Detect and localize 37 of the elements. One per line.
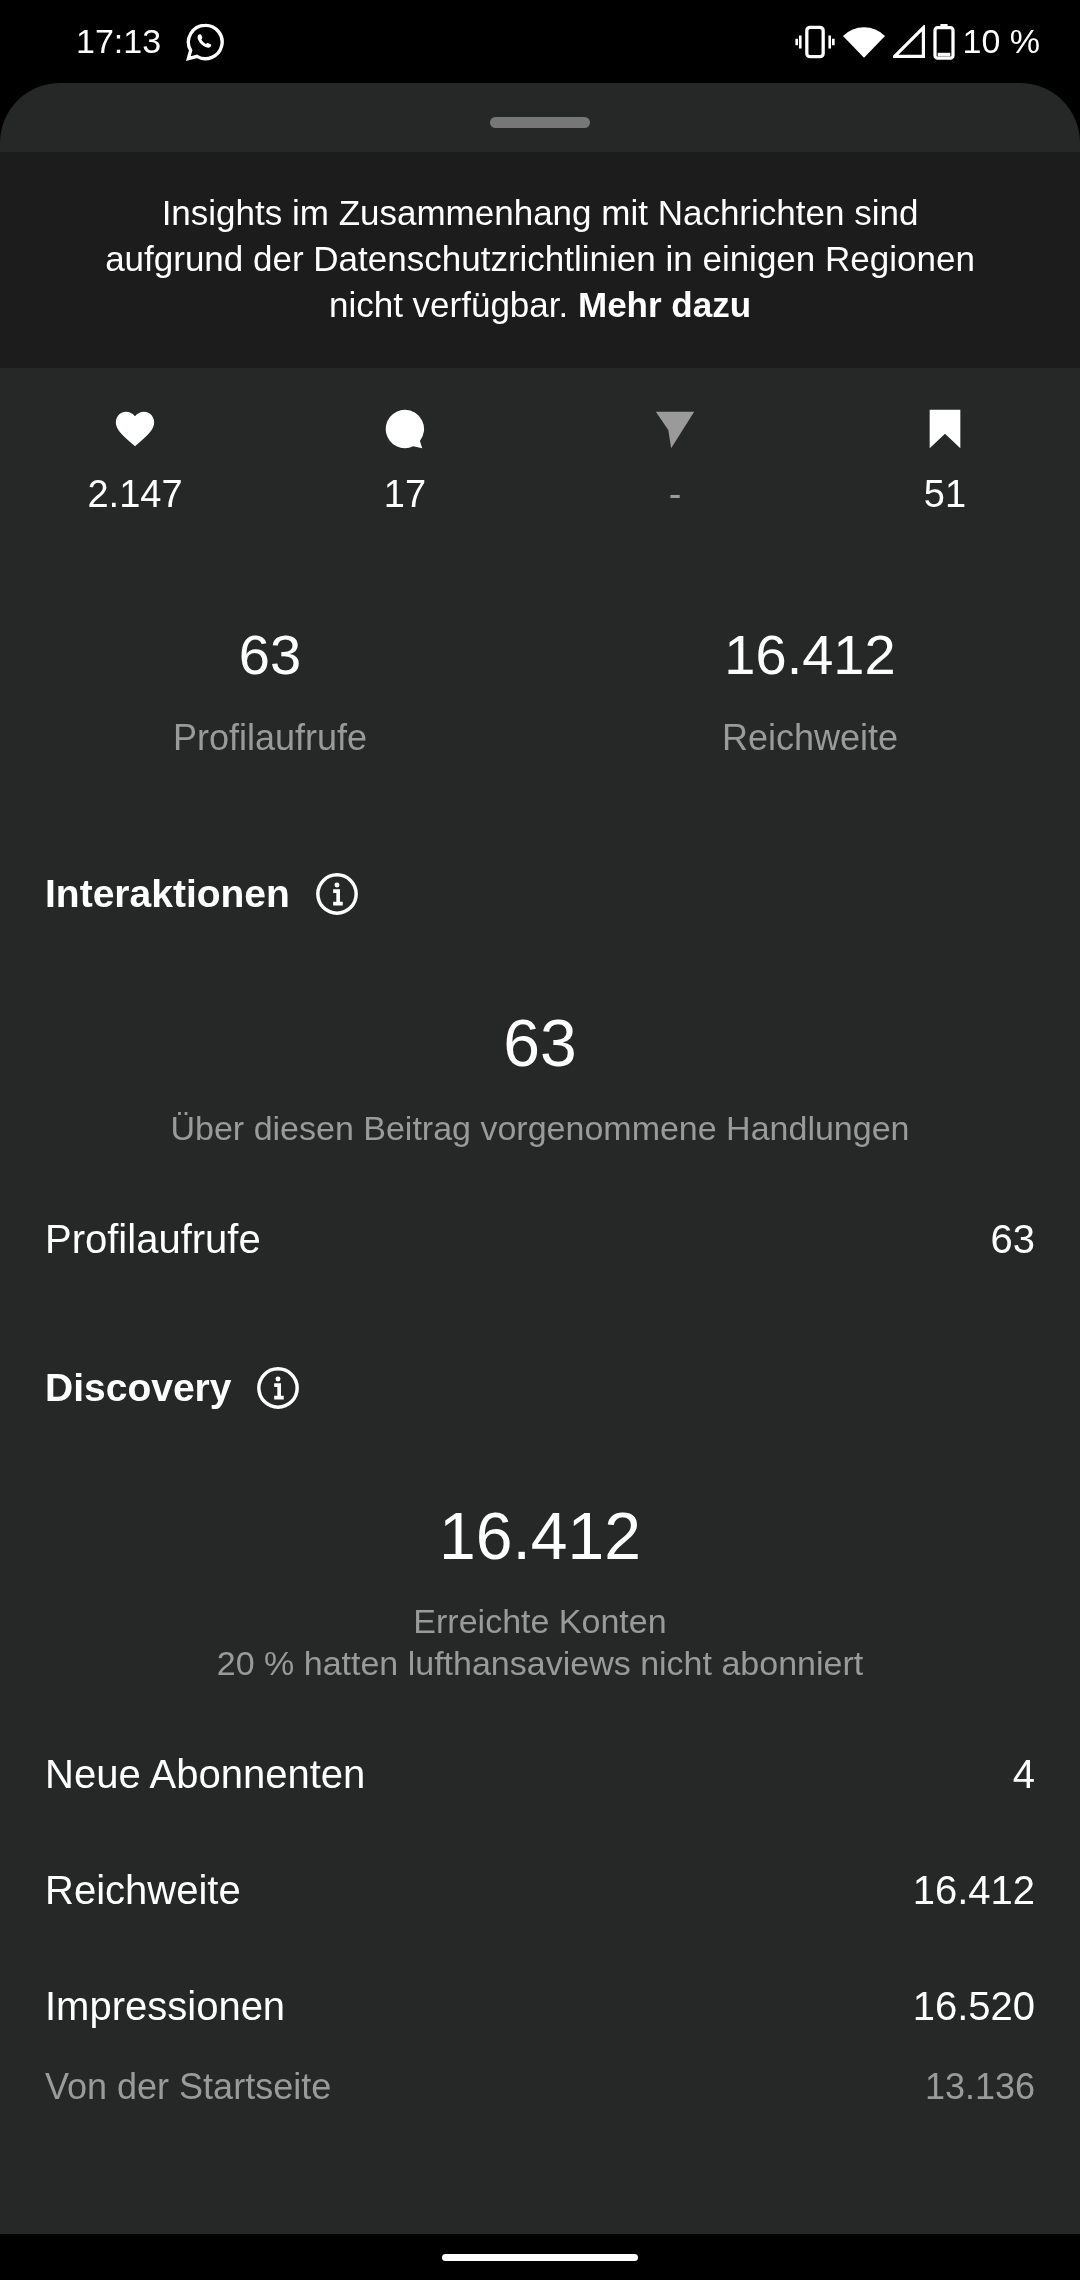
stat-count: 2.147 xyxy=(87,472,183,517)
metric-value: 16.412 xyxy=(912,1867,1035,1914)
summary-value: 63 xyxy=(238,622,302,688)
chat-app-icon xyxy=(185,21,226,62)
status-time: 17:13 xyxy=(76,21,162,62)
privacy-notice: Insights im Zusammenhang mit Nachrichten sind aufgrund der Datenschutzrichtlinien in einigen Regionen nicht verfügbar. Mehr dazu xyxy=(105,193,975,324)
metric-label: Reichweite xyxy=(45,1867,241,1914)
more-link[interactable]: Mehr dazu xyxy=(578,285,752,324)
metric-label: Impressionen xyxy=(45,1983,286,2030)
metric-value: 13.136 xyxy=(924,2065,1035,2109)
metric-caption: 20 % hatten lufthansaviews nicht abonniert xyxy=(216,1643,864,1684)
drag-handle[interactable] xyxy=(490,117,590,128)
metric-label: Neue Abonnenten xyxy=(45,1751,366,1798)
summary-label: Reichweite xyxy=(721,716,899,760)
battery-icon xyxy=(932,23,955,60)
signal-icon xyxy=(892,24,925,59)
metric-value: 4 xyxy=(1012,1751,1035,1798)
battery-percentage: 10 % xyxy=(962,21,1040,62)
metric-caption: Über diesen Beitrag vorgenommene Handlungen xyxy=(170,1107,910,1149)
stat-count: - xyxy=(668,472,682,517)
stat-count: 17 xyxy=(383,472,427,517)
total-value: 63 xyxy=(503,1004,577,1082)
stat-count: 51 xyxy=(923,472,967,517)
wifi-icon xyxy=(842,24,885,59)
summary-value: 16.412 xyxy=(724,622,896,688)
metric-value: 16.520 xyxy=(912,1983,1035,2030)
summary-label: Profilaufrufe xyxy=(172,716,368,760)
total-value: 16.412 xyxy=(439,1498,641,1575)
metric-value: 63 xyxy=(990,1215,1035,1263)
section-title: Interaktionen xyxy=(45,871,290,917)
section-title: Discovery xyxy=(45,1364,232,1411)
metric-label: Von der Startseite xyxy=(45,2065,332,2109)
info-icon[interactable] xyxy=(313,871,360,918)
info-icon[interactable] xyxy=(255,1364,302,1411)
metric-caption: Erreichte Konten xyxy=(413,1601,667,1642)
metric-label: Profilaufrufe xyxy=(45,1215,261,1263)
vibrate-icon xyxy=(794,23,835,60)
